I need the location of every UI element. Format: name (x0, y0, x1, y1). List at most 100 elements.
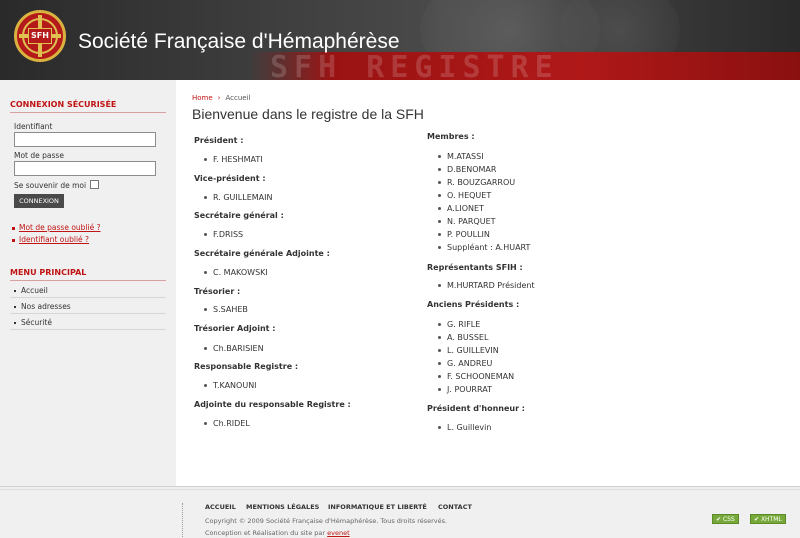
credit-text: Conception et Réalisation du site par ev… (205, 529, 350, 537)
site-title[interactable]: Société Française d'Hémaphérèse (78, 30, 400, 54)
bullet-icon (438, 220, 441, 223)
person-item: R. GUILLEMAIN (204, 193, 272, 202)
role-heading: Anciens Présidents : (427, 300, 520, 309)
bullet-icon (438, 362, 441, 365)
divider (10, 112, 166, 113)
person-item: T.KANOUNI (204, 381, 257, 390)
menu-item-label: Accueil (21, 286, 48, 295)
logo-text: SFH (28, 28, 52, 44)
username-input[interactable] (14, 132, 156, 147)
bullet-icon (204, 233, 207, 236)
bullet-icon (204, 347, 207, 350)
person-item: F. SCHOONEMAN (438, 372, 514, 381)
bullet-icon (12, 226, 15, 230)
divider (182, 503, 183, 538)
bullet-icon (438, 194, 441, 197)
sfh-logo[interactable]: SFH (14, 10, 66, 62)
menu-heading: MENU PRINCIPAL (10, 268, 87, 277)
bullet-icon (438, 375, 441, 378)
person-item: Ch.RIDEL (204, 419, 250, 428)
person-item: O. HEQUET (438, 191, 491, 200)
forgot-password-link[interactable]: Mot de passe oublié ? (12, 223, 101, 232)
banner-text: SFH REGISTRE (270, 50, 559, 80)
main-content: Home › Accueil Bienvenue dans le registre … (176, 80, 800, 486)
divider (0, 489, 800, 490)
menu-item-accueil[interactable]: Accueil (10, 283, 166, 298)
bullet-icon (14, 322, 16, 324)
person-item: P. POULLIN (438, 230, 490, 239)
person-item: R. BOUZGARROU (438, 178, 515, 187)
bullet-icon (438, 426, 441, 429)
chevron-right-icon: › (217, 94, 221, 102)
person-item: L. Guillevin (438, 423, 491, 432)
menu-item-label: Sécurité (21, 318, 52, 327)
breadcrumb: Home › Accueil (192, 94, 250, 102)
bullet-icon (438, 207, 441, 210)
site-header: SFH REGISTRE SFH Société Française d'Hém… (0, 0, 800, 80)
forgot-password-text[interactable]: Mot de passe oublié ? (19, 223, 101, 232)
breadcrumb-current: Accueil (225, 94, 251, 102)
person-item: J. POURRAT (438, 385, 492, 394)
role-heading: Responsable Registre : (194, 362, 299, 371)
breadcrumb-home[interactable]: Home (192, 94, 213, 102)
person-item: M.ATASSI (438, 152, 484, 161)
bullet-icon (438, 349, 441, 352)
person-item: N. PARQUET (438, 217, 496, 226)
role-heading: Trésorier : (194, 287, 241, 296)
remember-checkbox[interactable] (90, 180, 99, 189)
bullet-icon (438, 155, 441, 158)
bullet-icon (438, 284, 441, 287)
footer-link-accueil[interactable]: ACCUEIL (205, 503, 236, 511)
credit-link[interactable]: evenet (327, 529, 350, 537)
bullet-icon (438, 336, 441, 339)
person-item: F.DRISS (204, 230, 243, 239)
copyright-text: Copyright © 2009 Société Française d'Hém… (205, 517, 448, 525)
footer-link-informatique[interactable]: INFORMATIQUE ET LIBERTÉ (328, 503, 427, 511)
footer-link-mentions[interactable]: MENTIONS LÉGALES (246, 503, 319, 511)
bullet-icon (204, 384, 207, 387)
bullet-icon (438, 246, 441, 249)
password-input[interactable] (14, 161, 156, 176)
bullet-icon (14, 306, 16, 308)
role-heading: Secrétaire générale Adjointe : (194, 249, 330, 258)
role-heading: Vice-président : (194, 174, 266, 183)
remember-label: Se souvenir de moi (14, 181, 87, 190)
bullet-icon (14, 290, 16, 292)
bullet-icon (12, 238, 15, 242)
connect-button[interactable]: CONNEXION (14, 194, 64, 208)
role-heading: Membres : (427, 132, 475, 141)
role-heading: Secrétaire général : (194, 211, 284, 220)
person-item: A. BUSSEL (438, 333, 488, 342)
person-item: Suppléant : A.HUART (438, 243, 530, 252)
bullet-icon (438, 323, 441, 326)
menu-item-securite[interactable]: Sécurité (10, 315, 166, 330)
login-heading: CONNEXION SÉCURISÉE (10, 100, 117, 109)
username-label: Identifiant (14, 122, 53, 131)
person-item: G. ANDREU (438, 359, 492, 368)
bullet-icon (204, 308, 207, 311)
role-heading: Adjointe du responsable Registre : (194, 400, 351, 409)
bullet-icon (438, 181, 441, 184)
person-item: M.HURTARD Président (438, 281, 535, 290)
bullet-icon (438, 388, 441, 391)
person-item: D.BENOMAR (438, 165, 496, 174)
person-item: C. MAKOWSKI (204, 268, 268, 277)
bullet-icon (204, 271, 207, 274)
role-heading: Représentants SFIH : (427, 263, 523, 272)
password-label: Mot de passe (14, 151, 64, 160)
forgot-username-text[interactable]: Identifiant oublié ? (19, 235, 89, 244)
role-heading: Président : (194, 136, 244, 145)
site-footer: ACCUEIL MENTIONS LÉGALES INFORMATIQUE ET… (0, 486, 800, 538)
menu-item-label: Nos adresses (21, 302, 71, 311)
divider (10, 280, 166, 281)
person-item: S.SAHEB (204, 305, 248, 314)
bullet-icon (204, 158, 207, 161)
css-valid-badge[interactable]: ✔ CSS (712, 514, 739, 524)
menu-item-adresses[interactable]: Nos adresses (10, 299, 166, 314)
footer-link-contact[interactable]: CONTACT (438, 503, 472, 511)
xhtml-valid-badge[interactable]: ✔ XHTML (750, 514, 786, 524)
bullet-icon (438, 233, 441, 236)
forgot-username-link[interactable]: Identifiant oublié ? (12, 235, 89, 244)
page-title: Bienvenue dans le registre de la SFH (192, 106, 424, 122)
person-item: A.LIONET (438, 204, 484, 213)
